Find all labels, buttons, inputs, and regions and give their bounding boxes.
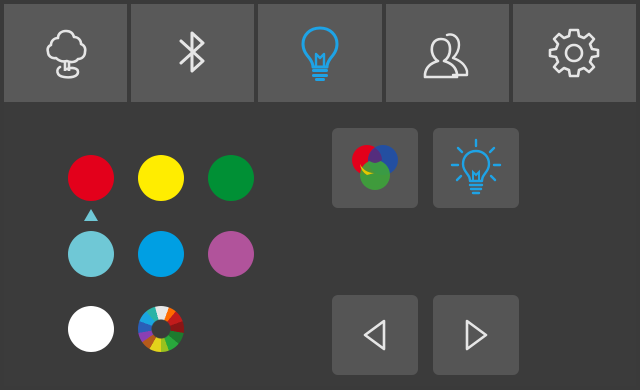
lightbulb-icon [301, 26, 339, 81]
users-icon [423, 33, 469, 79]
rgb-mix-button[interactable] [332, 128, 418, 208]
color-swatch-blue[interactable] [138, 231, 184, 277]
color-wheel-button[interactable] [138, 306, 184, 352]
tab-settings[interactable] [512, 4, 637, 102]
color-swatch-red[interactable] [68, 155, 114, 201]
tab-scenes[interactable] [4, 4, 128, 102]
tab-lighting[interactable] [258, 4, 382, 102]
color-swatch-magenta[interactable] [208, 231, 254, 277]
next-button[interactable] [433, 295, 519, 375]
previous-button[interactable] [332, 295, 418, 375]
rgb-mix-icon [352, 145, 398, 190]
bulb-rays-icon [450, 138, 502, 195]
color-swatch-yellow[interactable] [138, 155, 184, 201]
triangle-right-icon [465, 319, 488, 351]
brightness-bulb-button[interactable] [433, 128, 519, 208]
tab-users[interactable] [385, 4, 509, 102]
tree-icon [45, 29, 87, 79]
color-swatch-cyan[interactable] [68, 231, 114, 277]
selected-color-indicator [84, 209, 98, 221]
gear-icon [549, 28, 600, 78]
color-swatch-green[interactable] [208, 155, 254, 201]
top-tab-bar [4, 4, 637, 102]
bluetooth-icon [179, 31, 205, 73]
color-swatch-white[interactable] [68, 306, 114, 352]
tab-bluetooth[interactable] [131, 4, 255, 102]
lighting-control-panel [4, 4, 637, 386]
triangle-left-icon [363, 319, 386, 351]
